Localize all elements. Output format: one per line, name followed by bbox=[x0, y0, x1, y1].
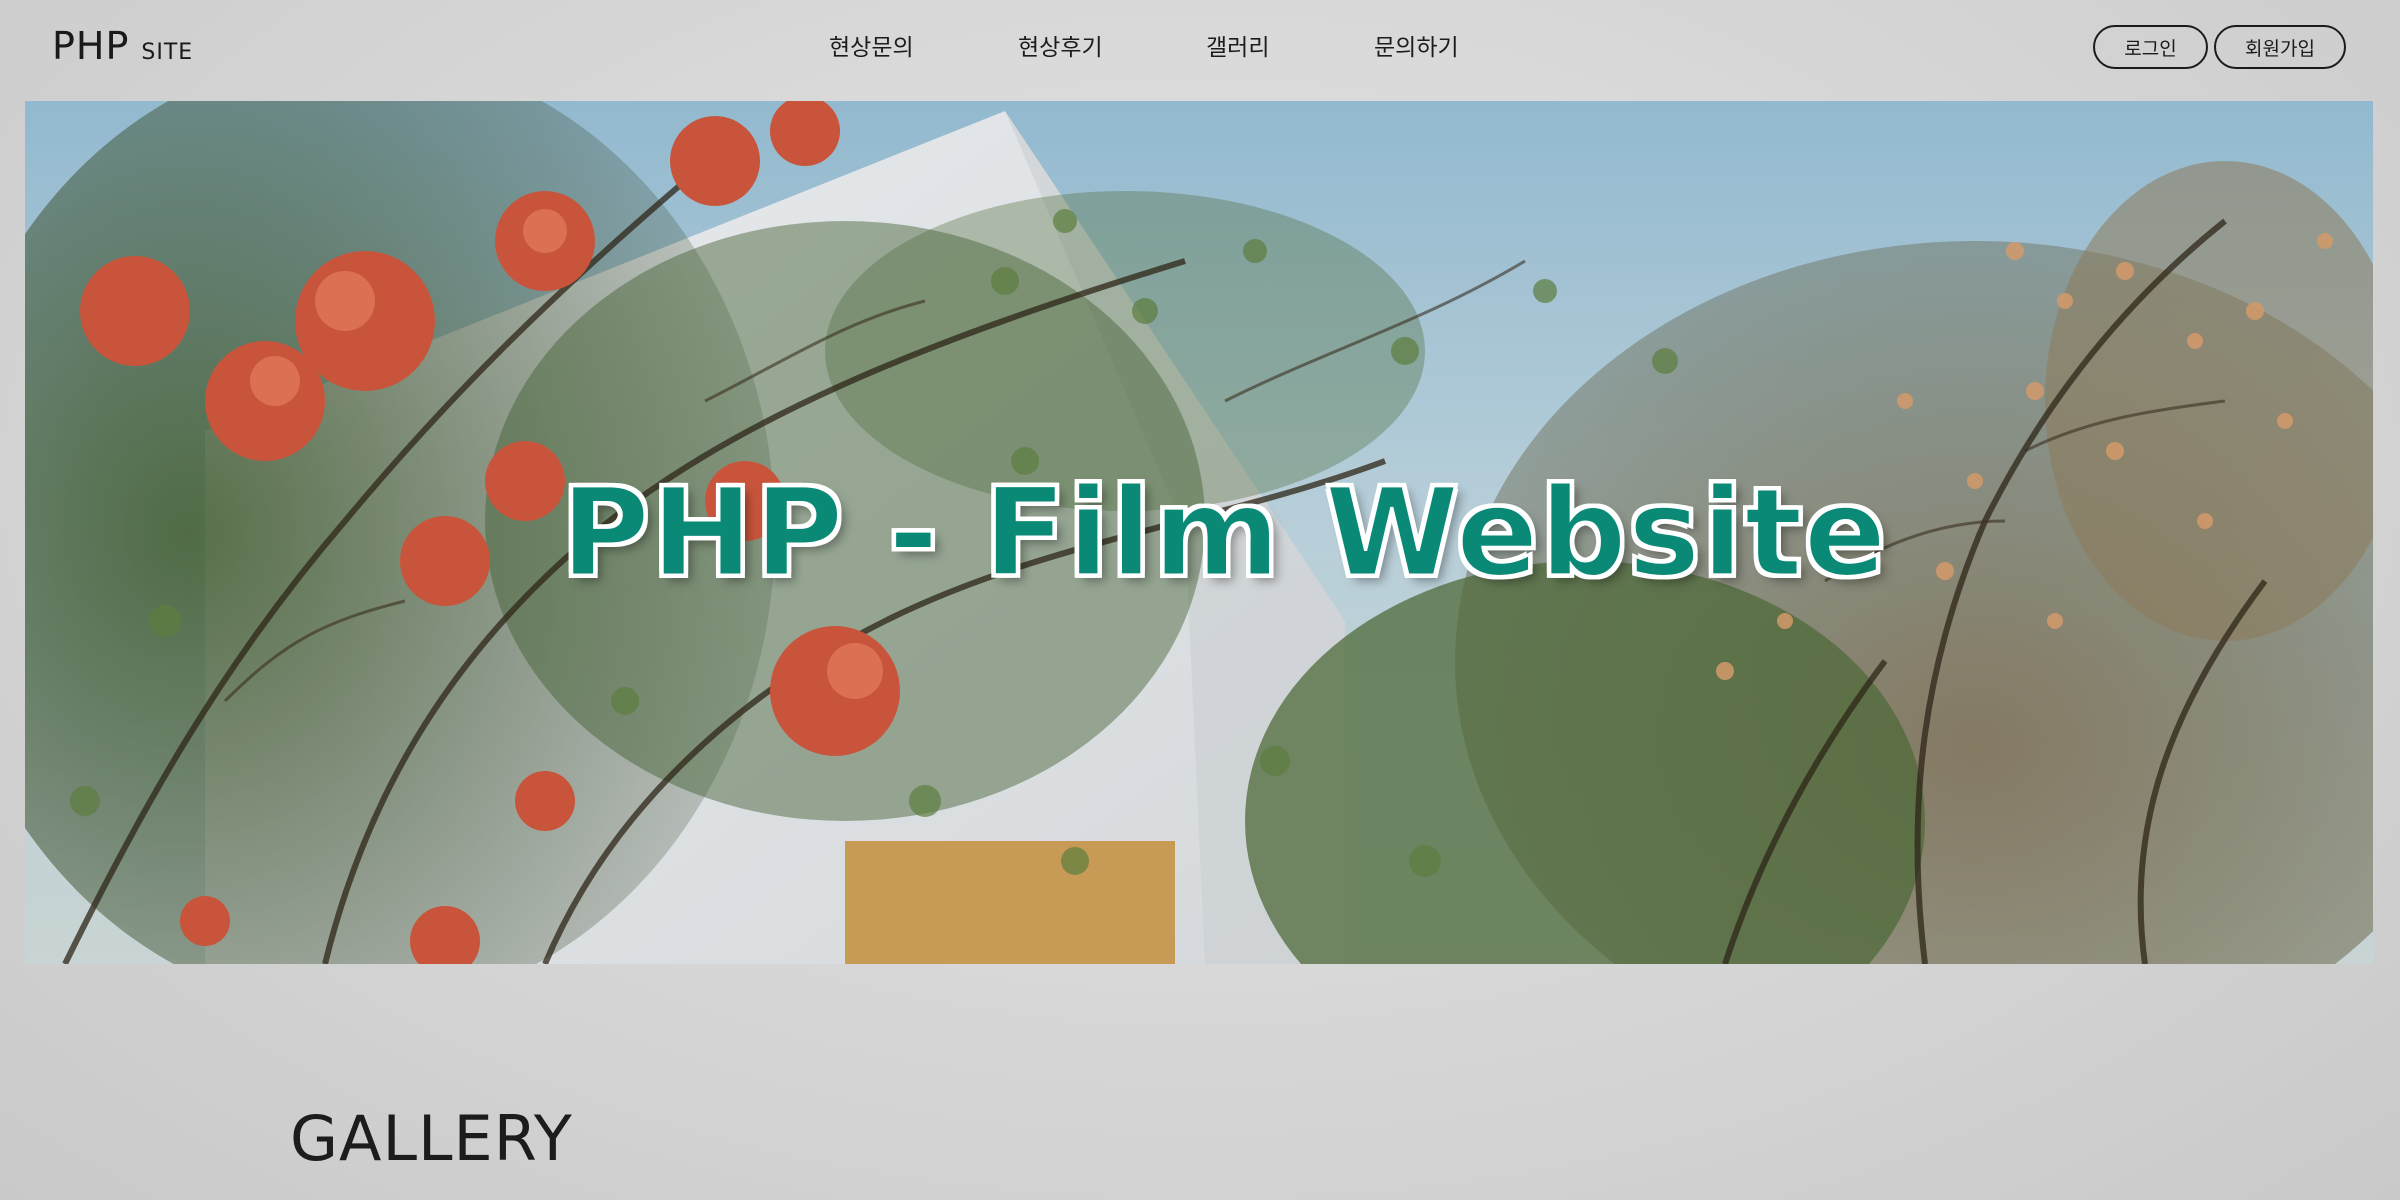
nav-item-contact[interactable]: 문의하기 bbox=[1374, 28, 1459, 62]
nav-item-gallery[interactable]: 갤러리 bbox=[1206, 28, 1269, 62]
login-button[interactable]: 로그인 bbox=[2093, 25, 2208, 69]
hero-banner: PHP - Film Website bbox=[25, 101, 2373, 964]
main-nav: 현상문의 현상후기 갤러리 문의하기 bbox=[0, 28, 2400, 64]
hero-photo bbox=[25, 101, 2373, 964]
nav-item-inquiry[interactable]: 현상문의 bbox=[829, 28, 914, 62]
auth-buttons: 로그인 회원가입 bbox=[2093, 25, 2346, 69]
gallery-heading: GALLERY bbox=[290, 1102, 573, 1175]
site-header: PHP SITE 현상문의 현상후기 갤러리 문의하기 로그인 회원가입 bbox=[0, 0, 2400, 100]
signup-button[interactable]: 회원가입 bbox=[2214, 25, 2346, 69]
nav-item-reviews[interactable]: 현상후기 bbox=[1018, 28, 1103, 62]
